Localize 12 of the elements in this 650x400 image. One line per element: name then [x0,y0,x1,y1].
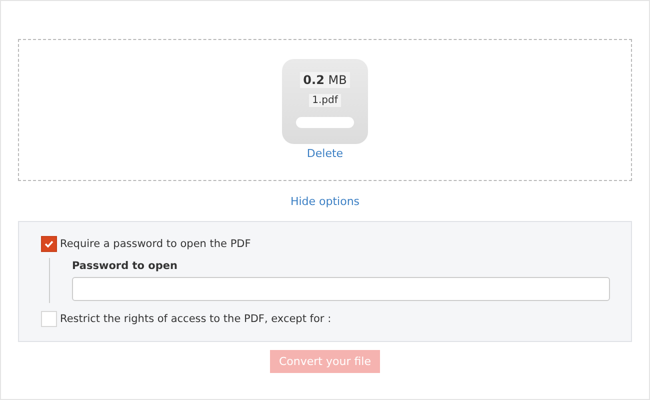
field-label: Password to open [72,260,178,272]
checkbox-label: Restrict the rights of access to the PDF, except for : [60,313,332,325]
checkbox-label: Require a password to open the PDF [60,238,251,250]
checkbox[interactable] [41,236,57,252]
drop-zone[interactable]: 0.2 MB 1.pdf Delete [18,39,632,181]
file-name: 1.pdf [309,94,341,107]
progress-track [296,117,354,128]
hide-options-link[interactable]: Hide options [290,195,360,208]
check-icon [44,240,54,248]
password-field[interactable] [72,277,610,301]
file-size: 0.2 MB [300,72,350,88]
delete-link[interactable]: Delete [306,147,344,160]
